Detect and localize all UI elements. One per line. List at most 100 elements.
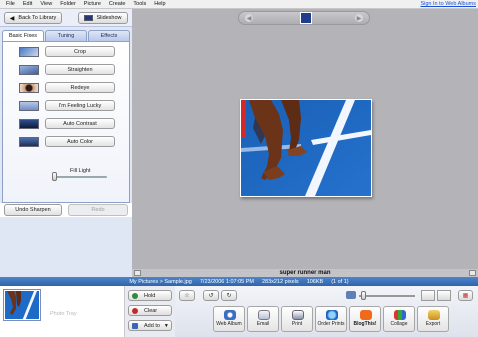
status-file-size: 106KB	[306, 278, 324, 285]
basic-fixes-panel: Crop Straighten Redeye I'm Feeling Lucky…	[2, 41, 130, 203]
redeye-thumb-icon	[19, 83, 39, 93]
bottom-toolbar: ☆ ↺ ↻ ▦ Web Album Email Print Order Prin…	[175, 286, 478, 337]
single-view-button[interactable]	[421, 290, 435, 301]
slideshow-icon	[84, 15, 94, 21]
order-prints-button[interactable]: Order Prints	[315, 306, 347, 332]
fix-row-crop: Crop	[3, 45, 129, 59]
arrow-left-icon: ◀	[246, 15, 252, 22]
photo-canvas: ◀ ▶ super runner man	[132, 9, 478, 278]
menu-file[interactable]: File	[2, 1, 19, 7]
printer-icon	[292, 310, 304, 320]
email-icon	[258, 310, 270, 320]
email-button[interactable]: Email	[247, 306, 279, 332]
navigator-thumbnail[interactable]	[300, 12, 312, 24]
rotate-right-icon: ↻	[226, 293, 232, 299]
fix-row-contrast: Auto Contrast	[3, 117, 129, 131]
status-date: 7/23/2006 1:07:05 PM	[199, 278, 254, 285]
blogthis-button[interactable]: BlogThis!	[349, 306, 381, 332]
fill-light-slider[interactable]	[52, 172, 57, 181]
tab-effects[interactable]: Effects	[88, 30, 130, 41]
crop-button[interactable]: Crop	[45, 46, 115, 57]
print-button[interactable]: Print	[281, 306, 313, 332]
status-dimensions: 283x212 pixels	[261, 278, 299, 285]
collage-icon	[394, 310, 406, 320]
menu-edit[interactable]: Edit	[19, 1, 36, 7]
fix-row-lucky: I'm Feeling Lucky	[3, 99, 129, 113]
back-to-library-button[interactable]: ◀ Back To Library	[4, 12, 62, 24]
blogthis-label: BlogThis!	[353, 321, 377, 327]
auto-color-button[interactable]: Auto Color	[45, 136, 115, 147]
edit-panel: Basic Fixes Tuning Effects Crop Straight…	[0, 27, 132, 216]
next-photo-button[interactable]: ▶	[355, 14, 363, 22]
web-album-button[interactable]: Web Album	[213, 306, 245, 332]
zoom-icon	[346, 291, 356, 299]
edit-toolbar: ◀ Back To Library Slideshow	[0, 9, 132, 27]
straighten-button[interactable]: Straighten	[45, 64, 115, 75]
contrast-thumb-icon	[19, 119, 39, 129]
left-panel-fill	[0, 217, 132, 277]
order-prints-label: Order Prints	[317, 321, 345, 327]
menu-tools[interactable]: Tools	[129, 1, 150, 7]
crop-thumb-icon	[19, 47, 39, 57]
zoom-slider[interactable]	[361, 291, 366, 300]
slideshow-button[interactable]: Slideshow	[78, 12, 128, 24]
menu-bar: File Edit View Folder Picture Create Too…	[0, 0, 478, 9]
add-to-button[interactable]: Add to ▼	[128, 320, 172, 331]
rotate-left-button[interactable]: ↺	[203, 290, 219, 301]
hold-button[interactable]: Hold	[128, 290, 172, 301]
undo-sharpen-button[interactable]: Undo Sharpen	[4, 204, 62, 216]
tab-basic-fixes[interactable]: Basic Fixes	[2, 30, 44, 41]
chevron-down-icon: ▼	[163, 322, 169, 329]
rotate-left-icon: ↺	[208, 293, 214, 299]
photo-caption[interactable]: super runner man	[132, 270, 478, 276]
color-grid-icon: ▦	[462, 293, 469, 299]
photo-tray-label: Photo Tray	[50, 311, 77, 317]
straighten-thumb-icon	[19, 65, 39, 75]
menu-help[interactable]: Help	[150, 1, 169, 7]
tab-basic-fixes-label: Basic Fixes	[8, 33, 38, 39]
menu-picture[interactable]: Picture	[80, 1, 105, 7]
photo-tray: Photo Tray	[0, 286, 125, 337]
collage-button[interactable]: Collage	[383, 306, 415, 332]
slideshow-label: Slideshow	[96, 15, 122, 21]
menu-folder[interactable]: Folder	[56, 1, 80, 7]
status-count: (1 of 1)	[331, 278, 349, 285]
tab-effects-label: Effects	[100, 33, 118, 39]
back-arrow-icon: ◀	[9, 15, 15, 22]
tray-photo-thumbnail[interactable]	[4, 290, 40, 320]
star-button[interactable]: ☆	[179, 290, 195, 301]
redeye-button[interactable]: Redeye	[45, 82, 115, 93]
back-to-library-label: Back To Library	[18, 15, 57, 21]
hold-icon	[132, 292, 138, 299]
edit-tabs: Basic Fixes Tuning Effects	[2, 30, 130, 41]
previous-photo-button[interactable]: ◀	[245, 14, 253, 22]
sign-in-link[interactable]: Sign In to Web Albums	[420, 1, 476, 7]
compare-view-button[interactable]	[437, 290, 451, 301]
print-label: Print	[291, 321, 303, 327]
email-label: Email	[256, 321, 270, 327]
status-bar: My Pictures > Sample.jpg 7/23/2006 1:07:…	[0, 277, 478, 286]
zoom-slider-track	[359, 295, 415, 297]
tray-thumbnail-image	[5, 291, 39, 319]
clear-button[interactable]: Clear	[128, 305, 172, 316]
fix-row-color: Auto Color	[3, 135, 129, 149]
runner-photo-image	[241, 100, 371, 196]
fill-light-label: Fill Light	[70, 168, 91, 174]
caption-right-button[interactable]	[469, 270, 476, 276]
add-to-icon	[132, 322, 138, 329]
redo-button[interactable]: Redo	[68, 204, 128, 216]
main-photo[interactable]	[240, 99, 372, 197]
auto-contrast-button[interactable]: Auto Contrast	[45, 118, 115, 129]
rotate-right-button[interactable]: ↻	[221, 290, 237, 301]
star-icon: ☆	[184, 293, 190, 299]
menu-create[interactable]: Create	[105, 1, 130, 7]
collage-label: Collage	[390, 321, 408, 327]
web-album-icon	[224, 310, 236, 320]
export-button[interactable]: Export	[417, 306, 449, 332]
im-feeling-lucky-button[interactable]: I'm Feeling Lucky	[45, 100, 115, 111]
tab-tuning[interactable]: Tuning	[45, 30, 87, 41]
clear-label: Clear	[144, 307, 158, 314]
order-prints-icon	[326, 310, 338, 320]
menu-view[interactable]: View	[36, 1, 56, 7]
color-picker-button[interactable]: ▦	[458, 290, 473, 301]
